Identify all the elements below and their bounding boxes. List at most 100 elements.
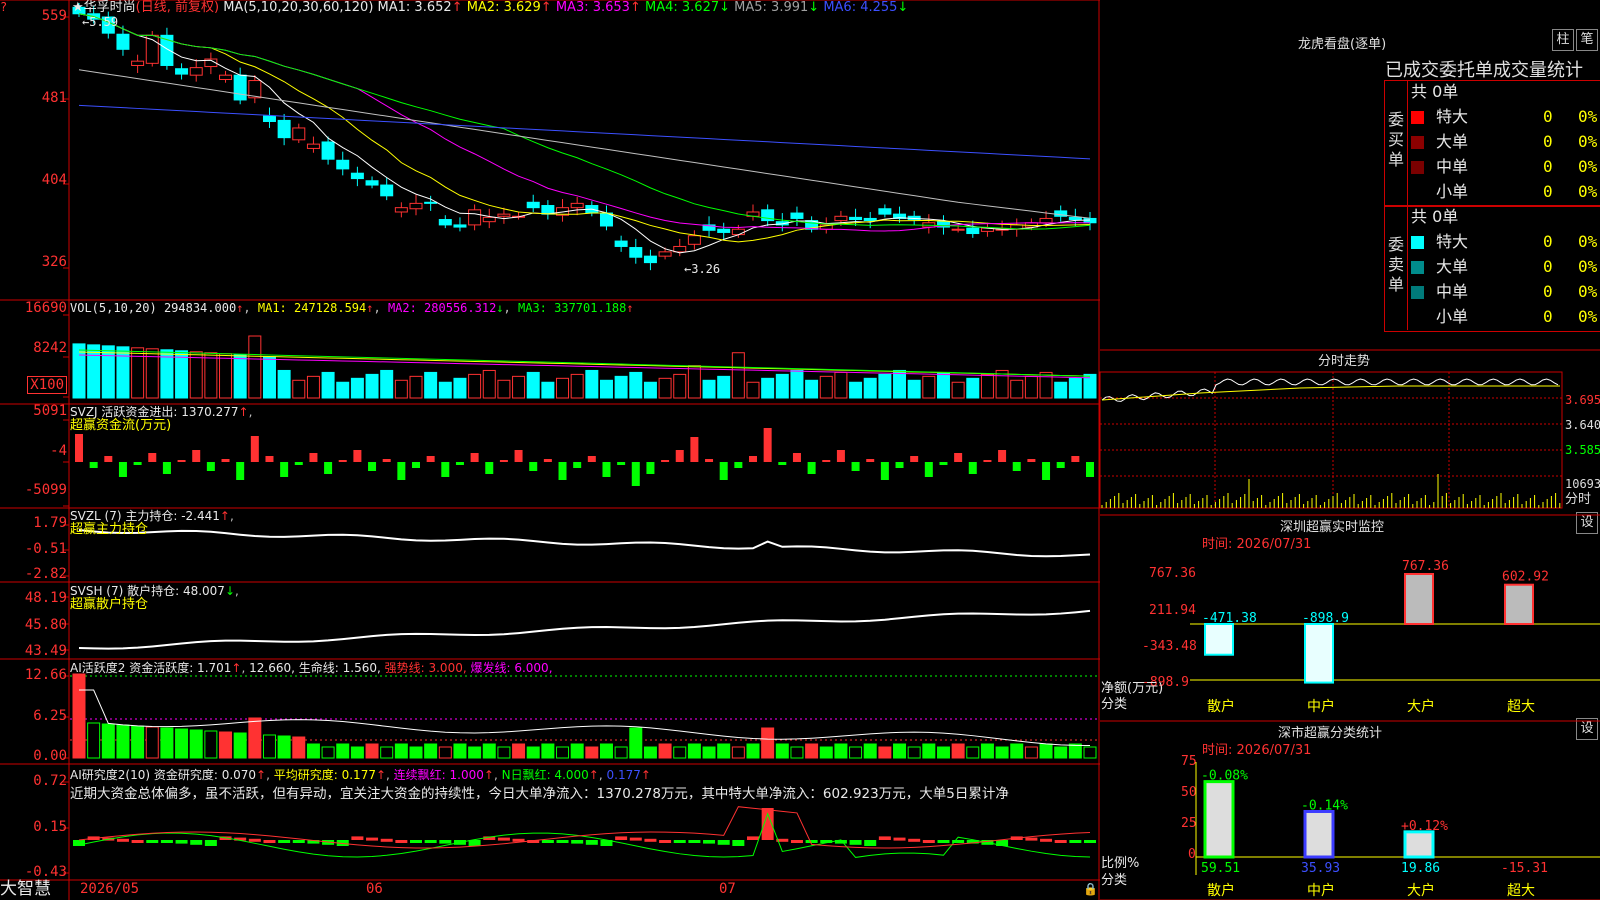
flow-bar: [118, 462, 127, 477]
volume-bar: [863, 377, 877, 399]
research-bar: [571, 840, 584, 844]
candle-up: [673, 245, 687, 253]
ai2-ytick-1: 0.72: [33, 773, 67, 789]
main-chart-canvas[interactable]: [0, 0, 1100, 900]
flow-bar: [895, 462, 904, 468]
ai-avg-research: 平均研究度: 0.177: [273, 768, 376, 782]
volume-bar: [585, 369, 599, 399]
research-bar: [1069, 840, 1082, 843]
volume-bar: [966, 377, 980, 399]
flow-bar: [294, 462, 303, 465]
activity-bar: [980, 743, 994, 759]
ma3-value: MA3: 3.653: [555, 0, 630, 15]
sz-settings-button[interactable]: 设: [1576, 512, 1598, 534]
candle-down: [526, 201, 540, 209]
volume-bar: [131, 347, 145, 399]
sell-row-value: 0: [1543, 257, 1553, 276]
stock-title: ★华孚时尚: [72, 0, 136, 15]
activity-bar: [805, 743, 819, 759]
svsh-label: SVSH (7) 散户持仓: 48.007: [70, 584, 225, 598]
research-bar: [1025, 837, 1038, 841]
ma4-arrow: ↓: [719, 0, 731, 15]
ai-avg-arrow: ↑: [375, 768, 387, 782]
activity-bar: [834, 743, 848, 759]
activity-bar: [878, 746, 892, 759]
activity-bar: [72, 673, 86, 759]
sc-ratio-label: -15.31: [1501, 861, 1548, 876]
candle-down: [277, 119, 291, 139]
candle-up: [834, 215, 848, 222]
volume-bar: [834, 371, 848, 399]
volume-bar: [468, 373, 482, 399]
research-bar: [116, 838, 129, 842]
menu-marker[interactable]: ?: [0, 0, 7, 14]
volume-bar: [951, 381, 965, 399]
activity-bar: [775, 743, 789, 759]
sc-settings-button[interactable]: 设: [1576, 718, 1598, 740]
sz-ytick-3: -343.48: [1142, 639, 1197, 654]
ai-active-value: AI活跃度2 资金活跃度: 1.701: [70, 661, 232, 675]
volume-bar: [761, 377, 775, 399]
sc-bar-中户: [1303, 809, 1335, 859]
fenshi-ytick-4: 10693: [1565, 477, 1600, 491]
activity-bar: [1010, 743, 1024, 759]
flow-bar: [866, 459, 875, 462]
volume-bar: [1010, 379, 1024, 399]
sz-bar-label: 767.36: [1402, 559, 1449, 574]
fenshi-ytick-1: 3.695: [1565, 393, 1600, 407]
ai-lifeline: 生命线: 1.560,: [298, 661, 381, 675]
candle-up: [306, 143, 320, 149]
candle-down: [380, 184, 394, 197]
research-bar: [160, 840, 173, 843]
candle-up: [1039, 217, 1053, 224]
buy-row-pct: 0%: [1578, 182, 1598, 201]
research-bar: [131, 840, 144, 843]
svzl-ytick-3: -2.82: [24, 566, 67, 582]
kline-header: ★华孚时尚(日线, 前复权) MA(5,10,20,30,60,120) MA1…: [72, 1, 908, 15]
svzj-label: SVZJ 活跃资金进出: 1370.277: [70, 405, 239, 419]
sc-ratio-label: 59.51: [1201, 861, 1240, 876]
buy-row-pct: 0%: [1578, 107, 1598, 126]
volume-bar: [907, 379, 921, 399]
flow-bar: [836, 450, 845, 462]
volume-bar: [936, 371, 950, 399]
activity-bar: [761, 727, 775, 759]
sz-ytick-2: 211.94: [1149, 603, 1196, 618]
flow-bar: [514, 450, 523, 462]
activity-bar: [951, 743, 965, 759]
fenshi-avg-line: [1101, 385, 1560, 401]
sz-xlabel: 分类: [1101, 697, 1128, 712]
buy-row-value: 0: [1543, 107, 1553, 126]
lock-icon[interactable]: 🔒: [1083, 882, 1098, 896]
volume-bar: [878, 373, 892, 399]
activity-bar: [893, 743, 907, 759]
sell-swatch: [1411, 261, 1424, 274]
candle-down: [175, 68, 189, 75]
vol-ma2-arrow: ↓: [496, 301, 504, 315]
candle-down: [336, 159, 350, 170]
flow-bar: [75, 434, 83, 462]
ma5-value: MA5: 3.991: [734, 0, 809, 15]
activity-bar: [336, 743, 350, 759]
flow-bar: [968, 462, 977, 474]
vol-unit-x100[interactable]: X100: [27, 376, 67, 394]
volume-bar: [233, 354, 247, 399]
sell-swatch: [1411, 311, 1424, 324]
svzl-ytick-2: -0.51: [24, 541, 67, 557]
vol-label: VOL(5,10,20): [70, 301, 157, 315]
ai-research-arrow: ↑: [256, 768, 267, 782]
activity-bar: [570, 743, 584, 759]
svsh-ytick-3: 43.49: [24, 643, 67, 659]
buy-row-pct: 0%: [1578, 157, 1598, 176]
candle-up: [687, 235, 701, 245]
volume-bar: [556, 377, 570, 399]
longhu-bar-button[interactable]: 柱: [1552, 29, 1574, 51]
xaxis-label-jun: 06: [366, 881, 383, 897]
ai-blue-arrow: ↑: [640, 768, 651, 782]
sell-row-label: 大单: [1436, 257, 1469, 276]
activity-bar: [306, 743, 320, 759]
activity-bar: [599, 743, 613, 759]
longhu-tick-button[interactable]: 笔: [1576, 29, 1598, 51]
vol-ytick-1: 16690: [24, 300, 67, 316]
research-bar: [732, 840, 745, 846]
